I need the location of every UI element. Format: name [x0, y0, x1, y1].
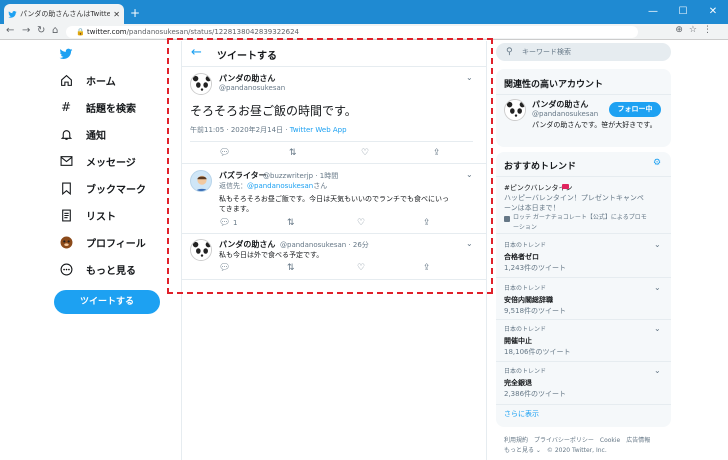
trend-name: 安倍内閣総辞職	[504, 296, 553, 304]
nav-item-messages[interactable]: メッセージ	[58, 151, 136, 171]
promoted-icon	[504, 216, 510, 222]
highlight-box	[167, 38, 493, 294]
search-placeholder: キーワード検索	[522, 48, 571, 56]
trend-count: 18,106件のツイート	[504, 348, 571, 356]
browser-toolbar-icons[interactable]: ⊕☆⋮	[675, 25, 718, 35]
home-icon[interactable]: ⌂	[52, 25, 58, 36]
tab-title: パンダの助さんさんはTwitterを使ってい	[20, 10, 111, 18]
trend-name: 合格者ゼロ	[504, 253, 539, 261]
divider	[496, 233, 671, 234]
divider	[496, 277, 671, 278]
twitter-bird-icon	[8, 10, 17, 18]
twitter-logo-icon[interactable]	[58, 47, 74, 61]
trend-category: 日本のトレンド	[504, 242, 547, 249]
trend-count: 2,386件のツイート	[504, 390, 567, 398]
trend-category: 日本のトレンド	[504, 285, 547, 292]
card-title: 関連性の高いアカウント	[504, 80, 604, 90]
minimize-icon[interactable]: —	[638, 0, 668, 24]
promoted-trend-desc: ハッピーバレンタイン！プレゼントキャンペ ーンは本日まで！	[504, 193, 644, 213]
close-window-icon[interactable]: ✕	[698, 0, 728, 24]
reload-icon[interactable]: ↻	[37, 25, 45, 36]
trend-category: 日本のトレンド	[504, 368, 547, 375]
browser-titlebar: パンダの助さんさんはTwitterを使ってい ✕ + — ☐ ✕	[0, 0, 728, 24]
nav-item-lists[interactable]: リスト	[58, 205, 116, 225]
nav-item-bookmarks[interactable]: ブックマーク	[58, 178, 146, 198]
trend-name: 完全銀退	[504, 379, 532, 387]
nav-item-explore[interactable]: # 話題を検索	[58, 97, 136, 117]
footer-copyright[interactable]: もっと見る ⌄ © 2020 Twitter, Inc.	[504, 446, 607, 455]
nav-label: 話題を検索	[86, 103, 136, 115]
related-account-name[interactable]: パンダの助さん	[532, 99, 588, 110]
card-title: おすすめトレンド	[504, 162, 577, 172]
close-tab-icon[interactable]: ✕	[113, 10, 120, 19]
chevron-down-icon[interactable]: ⌄	[654, 240, 661, 249]
divider	[496, 319, 671, 320]
promoted-badge-icon	[562, 184, 569, 189]
nav-item-home[interactable]: ホーム	[58, 70, 116, 90]
divider	[496, 176, 671, 177]
trend-count: 9,518件のツイート	[504, 307, 567, 315]
divider	[496, 94, 671, 95]
promoted-desc-line: ーンは本日まで！	[504, 204, 560, 212]
envelope-icon	[58, 154, 74, 168]
footer-links[interactable]: 利用規約 プライバシーポリシー Cookie 広告情報	[504, 436, 650, 445]
profile-avatar-icon	[58, 235, 74, 249]
more-circle-icon	[58, 262, 74, 276]
hashtag-icon: #	[60, 100, 72, 114]
promoted-by: ロッテ ガーナチョコレート【公式】によるプロモ ーション	[513, 213, 647, 233]
nav-item-notifications[interactable]: 通知	[58, 124, 106, 144]
divider	[496, 404, 671, 405]
chevron-down-icon[interactable]: ⌄	[654, 283, 661, 292]
nav-item-profile[interactable]: プロフィール	[58, 232, 146, 252]
trend-category: 日本のトレンド	[504, 326, 547, 333]
browser-tab[interactable]: パンダの助さんさんはTwitterを使ってい ✕	[4, 4, 124, 24]
related-account-bio: パンダの助さんです。笹が大好きです。	[532, 121, 657, 129]
related-account-handle[interactable]: @pandanosukesan	[532, 110, 598, 118]
trend-name: 開催中止	[504, 337, 532, 345]
nav-label: メッセージ	[86, 157, 136, 169]
url-host: twitter.com	[86, 28, 127, 36]
divider	[496, 361, 671, 362]
nav-label: もっと見る	[86, 265, 136, 277]
list-icon	[58, 208, 74, 222]
chevron-down-icon[interactable]: ⌄	[654, 366, 661, 375]
search-input[interactable]: ⚲ キーワード検索	[496, 43, 671, 61]
nav-label: 通知	[86, 130, 106, 142]
show-more-link[interactable]: さらに表示	[504, 409, 539, 419]
trend-count: 1,243件のツイート	[504, 264, 567, 272]
forward-icon[interactable]: →	[22, 25, 30, 36]
nav-label: ホーム	[86, 76, 116, 88]
back-icon[interactable]: ←	[6, 25, 14, 36]
nav-item-more[interactable]: もっと見る	[58, 259, 136, 279]
nav-label: ブックマーク	[86, 184, 146, 196]
bookmark-icon	[58, 181, 74, 195]
promoted-desc-line: ハッピーバレンタイン！プレゼントキャンペ	[504, 194, 644, 202]
avatar[interactable]	[504, 99, 526, 121]
nav-label: リスト	[86, 211, 116, 223]
window-controls: — ☐ ✕	[638, 0, 728, 24]
promoted-by-line: ロッテ ガーナチョコレート【公式】によるプロモ	[513, 214, 647, 221]
new-tab-icon[interactable]: +	[130, 6, 140, 20]
bell-icon	[58, 127, 74, 141]
nav-label: プロフィール	[86, 238, 146, 250]
maximize-icon[interactable]: ☐	[668, 0, 698, 24]
home-icon	[58, 73, 74, 87]
chevron-down-icon[interactable]: ⌄	[654, 324, 661, 333]
url-path: /pandanosukesan/status/12281380428393226…	[126, 28, 299, 36]
search-icon: ⚲	[506, 47, 513, 57]
following-button[interactable]: フォロー中	[609, 102, 661, 117]
gear-icon[interactable]: ⚙	[653, 158, 661, 168]
promoted-by-line: ーション	[513, 224, 537, 231]
tweet-button[interactable]: ツイートする	[54, 290, 160, 314]
url-field[interactable]: 🔒 twitter.com/pandanosukesan/status/1228…	[66, 26, 638, 38]
